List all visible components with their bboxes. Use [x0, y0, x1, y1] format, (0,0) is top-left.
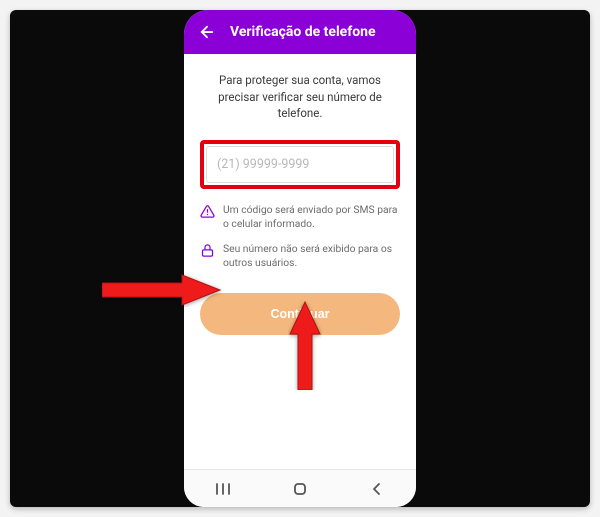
screenshot-frame: Verificação de telefone Para proteger su… — [10, 10, 590, 507]
nav-recents-icon[interactable] — [203, 482, 243, 496]
app-header: Verificação de telefone — [184, 10, 416, 54]
page-title: Verificação de telefone — [230, 24, 376, 40]
info-row-privacy: Seu número não será exibido para os outr… — [200, 242, 400, 271]
continue-button-label: Continuar — [270, 307, 329, 321]
phone-input[interactable] — [206, 146, 394, 183]
instruction-text: Para proteger sua conta, vamos precisar … — [200, 72, 400, 122]
info-text-sms: Um código será enviado por SMS para o ce… — [223, 203, 400, 232]
info-text-privacy: Seu número não será exibido para os outr… — [223, 242, 400, 271]
continue-button[interactable]: Continuar — [200, 293, 400, 335]
phone-screen: Verificação de telefone Para proteger su… — [184, 10, 416, 507]
back-arrow-icon[interactable] — [198, 23, 216, 41]
nav-home-icon[interactable] — [280, 480, 320, 498]
info-row-sms: Um código será enviado por SMS para o ce… — [200, 203, 400, 232]
content-area: Para proteger sua conta, vamos precisar … — [184, 54, 416, 469]
lock-icon — [200, 243, 215, 258]
alert-triangle-icon — [200, 204, 215, 219]
phone-input-highlight — [200, 140, 400, 189]
android-navbar — [184, 469, 416, 507]
nav-back-icon[interactable] — [357, 482, 397, 496]
